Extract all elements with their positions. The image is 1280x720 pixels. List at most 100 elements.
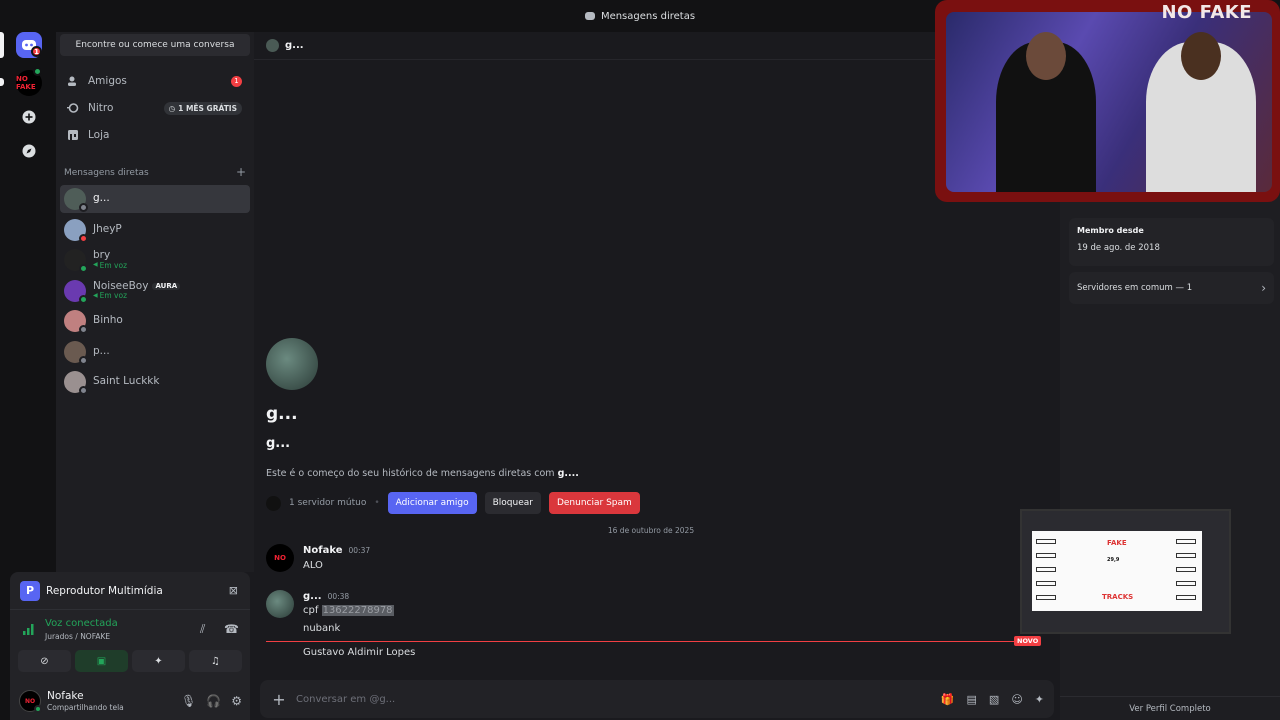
- server-label: NO FAKE: [16, 75, 36, 91]
- soundboard-button[interactable]: ♫: [189, 650, 242, 672]
- nav-nitro-label: Nitro: [88, 102, 114, 114]
- message-avatar[interactable]: NO: [266, 544, 294, 572]
- mutual-servers-card[interactable]: Servidores em comum — 1 ›: [1069, 272, 1274, 304]
- server-nofake[interactable]: NO FAKE: [16, 67, 42, 96]
- mutual-servers-link[interactable]: 1 servidor mútuo: [289, 498, 366, 508]
- home-button[interactable]: 1: [16, 32, 42, 58]
- message-input[interactable]: [296, 693, 941, 705]
- camera-off-icon: ⊘: [40, 655, 49, 667]
- separator-dot: •: [374, 498, 380, 508]
- settings-gear-icon[interactable]: ⚙: [231, 694, 242, 708]
- preview-fake-text: FAKE: [1107, 539, 1127, 547]
- noise-suppression-icon[interactable]: ⫽: [200, 622, 205, 637]
- voice-connected-label[interactable]: Voz conectada: [45, 618, 118, 629]
- status-indicator: [79, 203, 88, 212]
- dm-item[interactable]: g...: [60, 185, 250, 213]
- dm-activity-text: Em voz: [99, 291, 128, 301]
- home-badge: 1: [31, 46, 42, 57]
- compass-icon: [22, 144, 36, 158]
- speaker-icon: ◀: [93, 261, 98, 269]
- speaker-icon: ◀: [93, 291, 98, 299]
- close-media-icon[interactable]: ⊠: [229, 584, 238, 597]
- headphones-icon[interactable]: 🎧: [206, 694, 221, 708]
- user-info[interactable]: Nofake Compartilhando tela: [47, 690, 124, 713]
- message-text: cpf 13622278978: [303, 605, 394, 616]
- nitro-icon: [66, 101, 80, 115]
- discover-button[interactable]: [16, 138, 42, 164]
- message-author[interactable]: Nofake: [303, 545, 343, 556]
- dm-item[interactable]: NoiseeBoy AURA ◀ Em voz: [60, 277, 250, 305]
- rail-active-indicator: [0, 32, 4, 58]
- screen-share-preview: FAKE 29,9 TRACKS: [1020, 509, 1231, 634]
- intro-avatar[interactable]: [266, 338, 318, 390]
- dm-section-header: Mensagens diretas +: [64, 166, 246, 178]
- bracket-box: [1176, 539, 1196, 544]
- status-indicator: [79, 386, 88, 395]
- signal-icon[interactable]: [22, 622, 36, 636]
- mutual-servers-label: Servidores em comum — 1: [1077, 283, 1193, 293]
- user-avatar[interactable]: NO: [19, 690, 42, 713]
- message-timestamp: 00:37: [348, 546, 371, 555]
- nav-friends-label: Amigos: [88, 75, 127, 87]
- media-player-row: P Reprodutor Multimídia ⊠: [10, 572, 250, 610]
- screen-share-icon: ▣: [96, 655, 107, 667]
- member-since-date: 19 de ago. de 2018: [1077, 243, 1160, 253]
- add-server-button[interactable]: [16, 104, 42, 130]
- intro-actions: 1 servidor mútuo • Adicionar amigo Bloqu…: [266, 492, 640, 514]
- voice-action-buttons: ⊘ ▣ ✦ ♫: [18, 650, 242, 672]
- nitro-offer-label: 1 MÊS GRÁTIS: [178, 103, 237, 113]
- bracket-box: [1176, 567, 1196, 572]
- nav-nitro[interactable]: Nitro ◷ 1 MÊS GRÁTIS: [60, 95, 250, 121]
- add-friend-button[interactable]: Adicionar amigo: [387, 492, 477, 514]
- mutual-server-icon: [266, 495, 281, 511]
- clock-icon: ◷: [168, 103, 176, 113]
- microphone-icon[interactable]: 🎙: [181, 694, 196, 708]
- block-button[interactable]: Bloquear: [484, 492, 541, 514]
- member-since-card: Membro desde 19 de ago. de 2018: [1069, 218, 1274, 266]
- gif-icon[interactable]: ▤: [967, 693, 977, 706]
- message-avatar[interactable]: [266, 590, 294, 618]
- discord-app: Mensagens diretas 1 NO FAKE Encontre ou …: [0, 0, 1280, 720]
- dm-text: Binho: [93, 315, 123, 327]
- find-conversation-button[interactable]: Encontre ou comece uma conversa: [60, 34, 250, 56]
- dm-item[interactable]: JheyP: [60, 216, 250, 244]
- dm-name: Binho: [93, 314, 123, 327]
- dm-text: bry ◀ Em voz: [93, 250, 127, 270]
- view-full-profile-link[interactable]: Ver Perfil Completo: [1060, 696, 1280, 720]
- composer-icons: 🎁 ▤ ▧ ☺ ✦: [941, 693, 1044, 706]
- header-avatar[interactable]: [266, 39, 279, 52]
- dm-item[interactable]: Binho: [60, 307, 250, 335]
- friends-badge: 1: [231, 75, 242, 87]
- dm-avatar: [64, 340, 88, 365]
- dm-name-row: bry: [93, 250, 127, 262]
- attach-plus-icon[interactable]: +: [272, 690, 286, 709]
- dm-item[interactable]: bry ◀ Em voz: [60, 246, 250, 274]
- dm-name-row: Saint Luckkk: [93, 376, 159, 388]
- dm-name: JheyP: [93, 222, 122, 235]
- report-spam-button[interactable]: Denunciar Spam: [548, 492, 640, 514]
- create-dm-button[interactable]: +: [236, 166, 246, 178]
- nav-friends[interactable]: Amigos 1: [60, 68, 250, 94]
- dm-avatar: [64, 310, 88, 334]
- activities-button[interactable]: ✦: [132, 650, 185, 672]
- message-author[interactable]: g...: [303, 591, 322, 602]
- dm-name: Saint Luckkk: [93, 375, 160, 388]
- apps-gamepad-icon[interactable]: ✦: [1035, 693, 1044, 706]
- date-divider: 16 de outubro de 2025: [607, 526, 695, 535]
- header-username[interactable]: g...: [285, 40, 304, 51]
- soundboard-icon: ♫: [211, 655, 220, 667]
- gift-icon[interactable]: 🎁: [941, 693, 955, 706]
- camera-off-button[interactable]: ⊘: [18, 650, 71, 672]
- nav-shop[interactable]: Loja: [60, 122, 250, 148]
- dm-item[interactable]: Saint Luckkk: [60, 368, 250, 396]
- screen-share-button[interactable]: ▣: [75, 650, 128, 672]
- status-indicator: [79, 264, 88, 273]
- voice-channel-label[interactable]: Jurados / NOFAKE: [45, 632, 110, 641]
- dm-item[interactable]: p...: [60, 338, 250, 366]
- sticker-icon[interactable]: ▧: [989, 693, 999, 706]
- message-header: Nofake 00:37: [303, 545, 370, 556]
- disconnect-icon[interactable]: ☎: [224, 622, 239, 636]
- media-player-title[interactable]: Reprodutor Multimídia: [46, 585, 163, 597]
- emoji-icon[interactable]: ☺: [1011, 693, 1022, 706]
- dm-activity-text: Em voz: [99, 260, 128, 270]
